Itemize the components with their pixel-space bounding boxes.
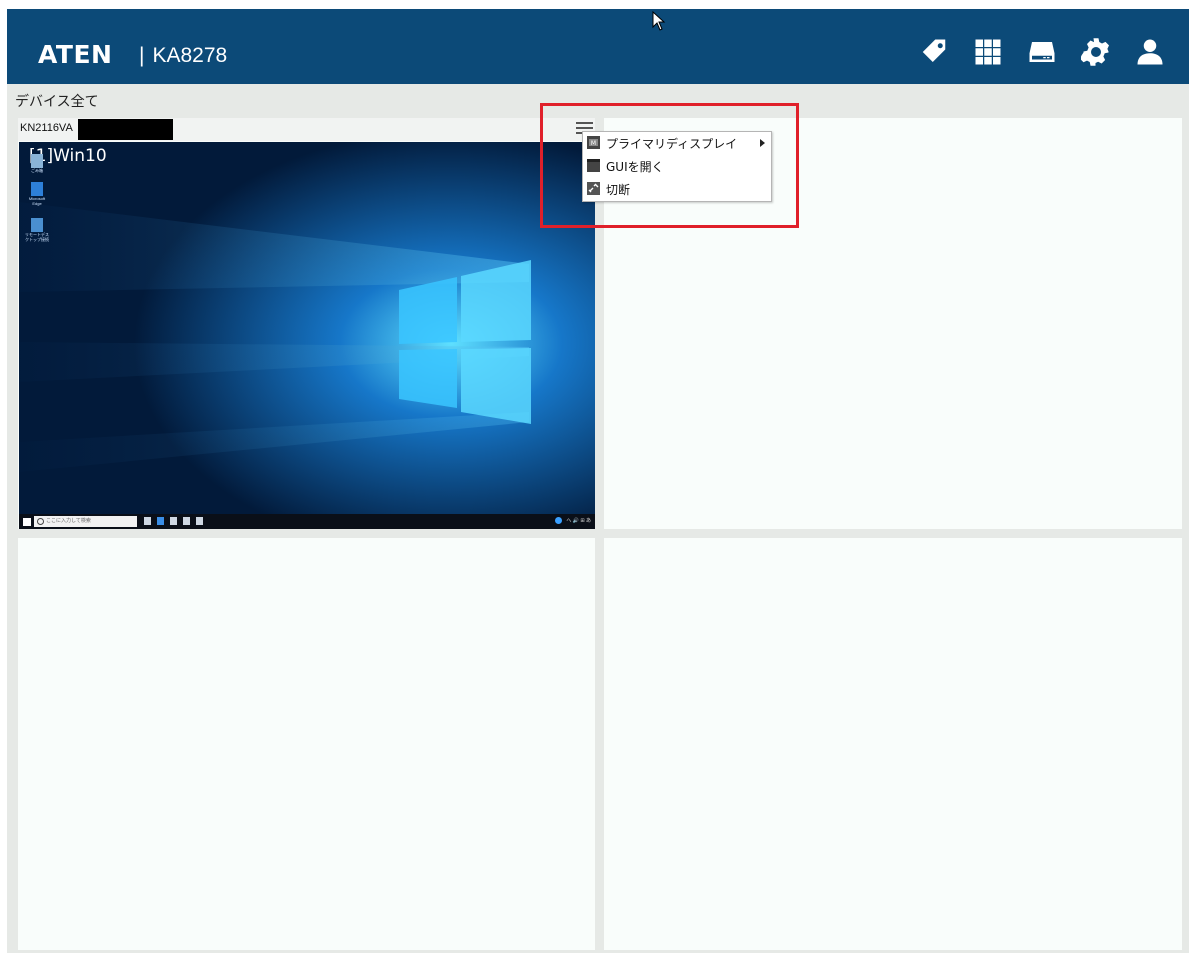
section-title: デバイス全て xyxy=(15,93,99,109)
edge-icon: Microsoft Edge xyxy=(25,182,49,206)
device-panel-4[interactable] xyxy=(604,538,1182,950)
taskbar-search: ここに入力して検索 xyxy=(34,516,137,527)
start-icon xyxy=(23,518,31,526)
redaction-mask xyxy=(78,119,173,140)
device-panel-1[interactable]: KN2116VA [1]Win10 ごみ箱 Microsoft Edge リモー… xyxy=(18,118,595,529)
remote-screen-preview[interactable]: [1]Win10 ごみ箱 Microsoft Edge リモートデスクトップ接続… xyxy=(19,142,595,529)
top-navbar: ATEN | KA8278 xyxy=(7,9,1189,84)
model-name: KA8278 xyxy=(152,44,228,67)
mouse-cursor-icon xyxy=(652,11,666,31)
header-icons xyxy=(917,35,1167,69)
recycle-bin-icon: ごみ箱 xyxy=(25,154,49,173)
model-separator: | xyxy=(139,44,145,67)
panel-header: KN2116VA xyxy=(18,118,595,141)
highlight-box xyxy=(540,103,799,228)
taskbar-apps xyxy=(144,517,203,525)
windows-wallpaper xyxy=(19,142,595,529)
model-label: | KA8278 xyxy=(139,42,227,70)
gear-icon[interactable] xyxy=(1079,35,1113,69)
storage-icon[interactable] xyxy=(1025,35,1059,69)
brand-text: ATEN xyxy=(38,40,113,69)
aten-logo: ATEN xyxy=(38,39,112,71)
tag-icon[interactable] xyxy=(917,35,951,69)
remote-desktop-icon: リモートデスクトップ接続 xyxy=(25,218,49,242)
device-panel-3[interactable] xyxy=(18,538,595,950)
system-tray: へ 🔊 ⊞ あ xyxy=(555,517,591,524)
windows-taskbar: ここに入力して検索 へ 🔊 ⊞ あ xyxy=(19,514,595,529)
panel-device-name: KN2116VA xyxy=(20,122,73,134)
grid-icon[interactable] xyxy=(971,35,1005,69)
user-icon[interactable] xyxy=(1133,35,1167,69)
